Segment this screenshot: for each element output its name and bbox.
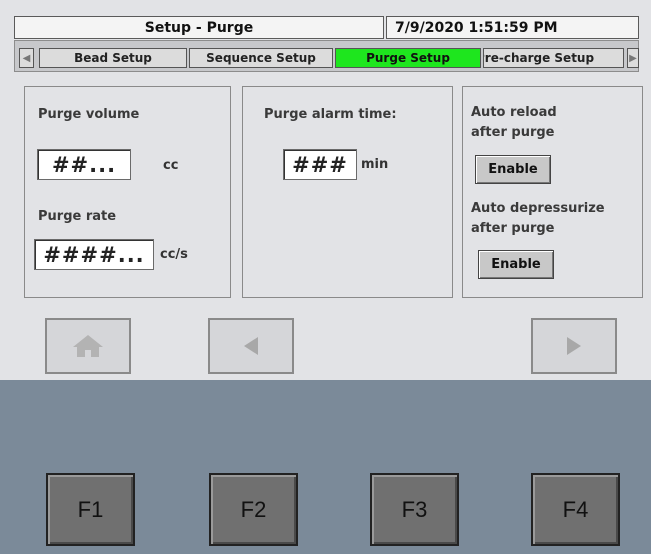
auto-depressurize-label-1: Auto depressurize bbox=[471, 201, 605, 216]
tab-purge-setup[interactable]: Purge Setup bbox=[335, 48, 481, 68]
auto-reload-label-1: Auto reload bbox=[471, 105, 557, 120]
function-key-f3[interactable]: F3 bbox=[370, 473, 459, 546]
datetime-display: 7/9/2020 1:51:59 PM bbox=[386, 16, 639, 39]
tab-pre-charge-setup[interactable]: Pre-charge Setup bbox=[483, 48, 624, 68]
hmi-screen: Setup - Purge 7/9/2020 1:51:59 PM ◀ Bead… bbox=[0, 0, 651, 380]
arrow-left-icon bbox=[244, 337, 258, 355]
auto-reload-label-2: after purge bbox=[471, 125, 555, 140]
auto-reload-enable-button[interactable]: Enable bbox=[475, 155, 551, 184]
page-title: Setup - Purge bbox=[14, 16, 384, 39]
purge-alarm-panel: Purge alarm time: ### min bbox=[242, 86, 453, 298]
purge-rate-label: Purge rate bbox=[38, 209, 117, 224]
previous-screen-button[interactable] bbox=[208, 318, 294, 374]
purge-alarm-input[interactable]: ### bbox=[283, 149, 357, 180]
tab-bar: ◀ Bead Setup Sequence Setup Purge Setup … bbox=[14, 40, 639, 72]
purge-alarm-label: Purge alarm time: bbox=[264, 107, 397, 122]
purge-volume-input[interactable]: ##... bbox=[37, 149, 131, 180]
function-key-f4[interactable]: F4 bbox=[531, 473, 620, 546]
auto-depressurize-label-2: after purge bbox=[471, 221, 555, 236]
function-key-f1[interactable]: F1 bbox=[46, 473, 135, 546]
purge-rate-unit: cc/s bbox=[160, 247, 188, 262]
purge-volume-panel: Purge volume ##... cc Purge rate ####...… bbox=[24, 86, 231, 298]
function-key-f2[interactable]: F2 bbox=[209, 473, 298, 546]
purge-volume-label: Purge volume bbox=[38, 107, 140, 122]
auto-options-panel: Auto reload after purge Enable Auto depr… bbox=[462, 86, 643, 298]
home-icon bbox=[73, 335, 103, 357]
auto-depressurize-enable-button[interactable]: Enable bbox=[478, 250, 554, 279]
arrow-right-icon bbox=[567, 337, 581, 355]
next-screen-button[interactable] bbox=[531, 318, 617, 374]
home-button[interactable] bbox=[45, 318, 131, 374]
purge-volume-unit: cc bbox=[163, 158, 179, 173]
tab-pre-charge-label: Pre-charge Setup bbox=[483, 51, 595, 65]
tab-sequence-setup[interactable]: Sequence Setup bbox=[189, 48, 333, 68]
tab-scroll-left-icon[interactable]: ◀ bbox=[19, 48, 34, 68]
purge-rate-input[interactable]: ####... bbox=[34, 239, 154, 270]
purge-alarm-unit: min bbox=[361, 157, 389, 172]
tab-bead-setup[interactable]: Bead Setup bbox=[39, 48, 187, 68]
tab-scroll-right-icon[interactable]: ▶ bbox=[627, 48, 639, 68]
